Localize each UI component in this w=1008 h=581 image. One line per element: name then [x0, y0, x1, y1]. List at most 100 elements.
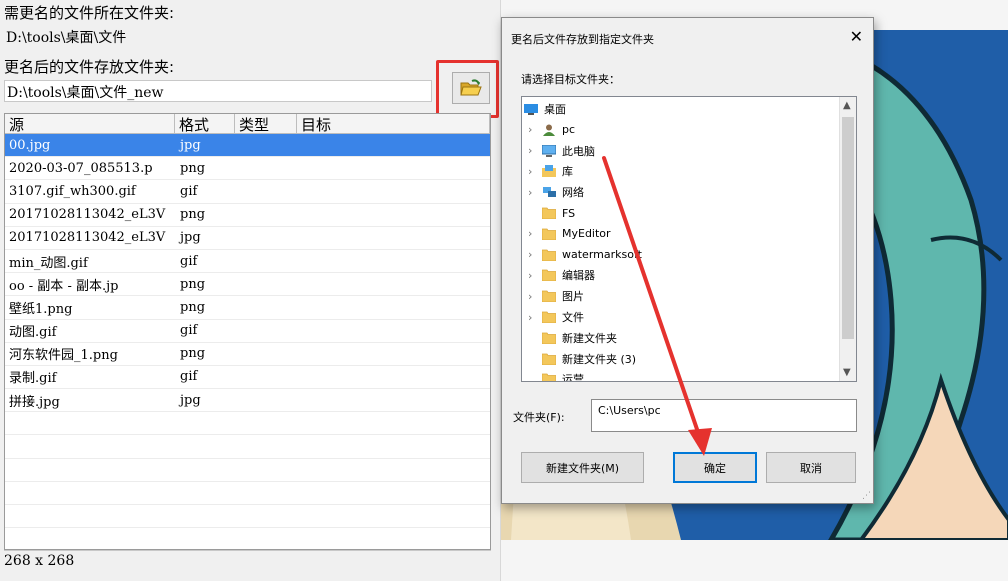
table-row[interactable]: 动图.gif gif: [5, 320, 490, 343]
folder-icon: [541, 290, 557, 303]
tree-item-label: 此电脑: [562, 144, 595, 158]
chevron-right-icon[interactable]: ›: [528, 165, 532, 178]
dialog-title: 更名后文件存放到指定文件夹: [511, 33, 654, 46]
table-row[interactable]: 壁纸1.png png: [5, 296, 490, 320]
table-row[interactable]: min_动图.gif gif: [5, 250, 490, 274]
tree-item-label: watermarksoft: [562, 248, 642, 262]
resize-grip-icon[interactable]: ⋰: [862, 491, 871, 501]
tree-item-库[interactable]: › 库: [528, 161, 573, 181]
scroll-up-icon[interactable]: ▲: [843, 100, 851, 111]
folder-icon: [541, 353, 557, 365]
table-row[interactable]: oo - 副本 - 副本.jp png: [5, 273, 490, 297]
chevron-right-icon[interactable]: ›: [528, 248, 532, 261]
chevron-right-icon[interactable]: ›: [528, 290, 532, 303]
tree-item-myeditor[interactable]: › MyEditor: [528, 224, 611, 244]
folder-icon: [541, 207, 557, 220]
empty-table-row: [5, 505, 490, 529]
computer-icon: [541, 144, 557, 157]
table-body: 00.jpg jpg 2020-03-07_085513.p png 3107.gif_…: [5, 134, 490, 549]
new-folder-button[interactable]: 新建文件夹(M): [521, 452, 644, 483]
dialog-prompt: 请选择目标文件夹：: [521, 73, 620, 86]
chevron-right-icon[interactable]: ›: [528, 227, 532, 240]
file-name-cell: 拼接.jpg: [9, 394, 60, 410]
library-icon: [542, 165, 556, 178]
table-row[interactable]: 河东软件园_1.png png: [5, 343, 490, 366]
empty-table-row: [5, 459, 490, 482]
tree-item-运营[interactable]: 运营: [541, 369, 584, 381]
chevron-right-icon[interactable]: ›: [528, 144, 532, 157]
folder-tree[interactable]: 桌面 › pc › 此电脑 › 库 › 网络 FS › MyEditor › watermarksoft ›…: [521, 96, 857, 382]
image-size-label: 268 x 268: [4, 553, 75, 569]
tree-item-编辑器[interactable]: › 编辑器: [528, 265, 595, 285]
folder-icon: [541, 311, 557, 324]
file-name-cell: 20171028113042_eL3V: [9, 230, 166, 246]
file-format-cell: png: [180, 299, 206, 315]
scroll-down-icon[interactable]: ▼: [843, 367, 851, 378]
tree-item-新建文件夹-3[interactable]: 新建文件夹 (3): [541, 349, 636, 369]
table-row[interactable]: 录制.gif gif: [5, 366, 490, 390]
select-folder-dialog: 更名后文件存放到指定文件夹 ✕ 请选择目标文件夹： 桌面 › pc › 此电脑 › 库 › 网络…: [501, 17, 874, 504]
tree-item-此电脑[interactable]: › 此电脑: [528, 141, 595, 161]
table-row[interactable]: 3107.gif_wh300.gif gif: [5, 180, 490, 204]
table-header: 源 格式 类型 目标: [5, 114, 490, 134]
table-row[interactable]: 2020-03-07_085513.p png: [5, 157, 490, 181]
column-header-format[interactable]: 格式: [175, 114, 235, 134]
tree-item-图片[interactable]: › 图片: [528, 286, 584, 306]
file-format-cell: gif: [180, 183, 198, 199]
tree-item-label: 库: [562, 165, 573, 179]
tree-item-label: 图片: [562, 290, 584, 304]
tree-item-pc[interactable]: › pc: [528, 120, 575, 140]
chevron-right-icon[interactable]: ›: [528, 269, 532, 282]
table-row[interactable]: 20171028113042_eL3V png: [5, 204, 490, 227]
chevron-right-icon[interactable]: ›: [528, 186, 532, 199]
column-header-type[interactable]: 类型: [235, 114, 297, 134]
empty-table-row: [5, 435, 490, 459]
tree-item-label: MyEditor: [562, 227, 611, 241]
file-name-cell: 动图.gif: [9, 325, 57, 341]
tree-item-label: 文件: [562, 311, 584, 324]
user-icon: [542, 124, 556, 136]
file-format-cell: gif: [180, 369, 198, 385]
tree-scrollbar[interactable]: ▲ ▼: [839, 97, 856, 381]
chevron-right-icon[interactable]: ›: [528, 123, 532, 136]
folder-field-label: 文件夹(F):: [513, 411, 565, 424]
table-row[interactable]: 拼接.jpg jpg: [5, 389, 490, 413]
file-format-cell: jpg: [180, 392, 201, 408]
tree-item-文件[interactable]: › 文件: [528, 307, 584, 327]
network-icon: [542, 186, 556, 198]
tree-item-新建文件夹[interactable]: 新建文件夹: [541, 328, 617, 348]
ok-button[interactable]: 确定: [673, 452, 757, 483]
column-header-target[interactable]: 目标: [297, 114, 490, 134]
column-header-source[interactable]: 源: [5, 114, 175, 134]
chevron-right-icon[interactable]: ›: [528, 311, 532, 324]
file-name-cell: oo - 副本 - 副本.jp: [9, 278, 119, 294]
file-format-cell: png: [180, 160, 206, 176]
scrollbar-thumb[interactable]: [842, 117, 854, 339]
tree-item-桌面[interactable]: 桌面: [524, 99, 566, 119]
folder-path-input[interactable]: C:\Users\pc: [591, 399, 857, 432]
file-name-cell: min_动图.gif: [9, 255, 88, 271]
tree-item-fs[interactable]: FS: [541, 203, 575, 223]
folder-icon: [541, 249, 557, 261]
cancel-button[interactable]: 取消: [766, 452, 856, 483]
table-row[interactable]: 00.jpg jpg: [5, 134, 490, 158]
dest-folder-input[interactable]: D:\tools\桌面\文件_new: [4, 80, 432, 102]
file-name-cell: 壁纸1.png: [9, 301, 73, 317]
file-format-cell: jpg: [180, 230, 201, 246]
tree-item-网络[interactable]: › 网络: [528, 182, 584, 202]
tree-item-label: 网络: [562, 186, 584, 200]
empty-table-row: [5, 528, 490, 549]
folder-icon: [541, 228, 557, 241]
desktop-icon: [524, 103, 538, 115]
folder-icon: [541, 269, 557, 282]
annotation-highlight-box: [436, 60, 499, 118]
table-row[interactable]: 20171028113042_eL3V jpg: [5, 227, 490, 250]
close-icon[interactable]: ✕: [850, 27, 863, 46]
dest-folder-label: 更名后的文件存放文件夹:: [4, 58, 175, 76]
folder-icon: [541, 332, 557, 345]
empty-table-row: [5, 412, 490, 436]
tree-item-watermarksoft[interactable]: › watermarksoft: [528, 245, 642, 265]
file-name-cell: 2020-03-07_085513.p: [9, 160, 153, 176]
file-name-cell: 录制.gif: [9, 371, 57, 387]
file-format-cell: jpg: [180, 137, 201, 153]
